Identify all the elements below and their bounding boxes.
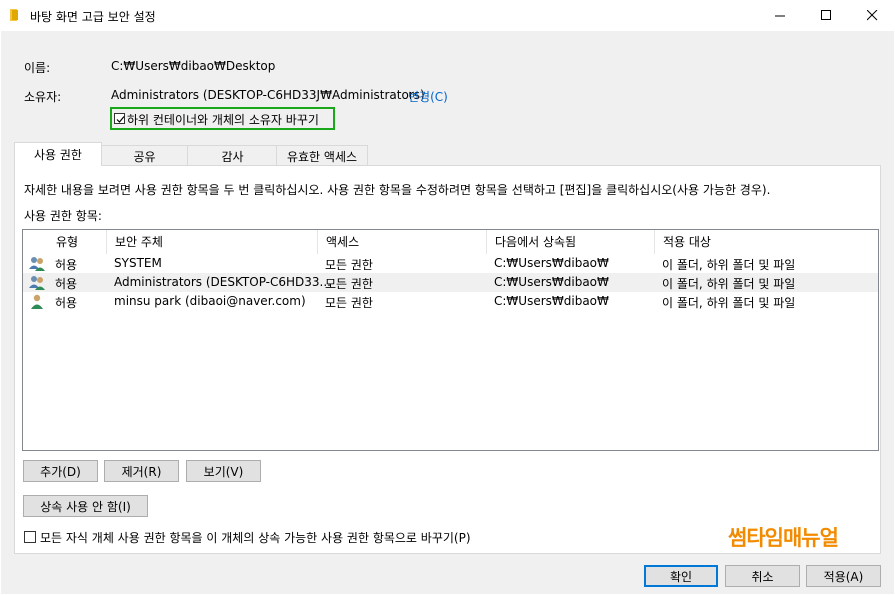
name-label: 이름: (24, 61, 51, 75)
close-icon (866, 10, 877, 21)
owner-value: Administrators (DESKTOP-C6HD33J₩Administ… (111, 88, 425, 102)
single-user-icon (31, 294, 43, 309)
tab-share[interactable]: 공유 (100, 145, 189, 166)
row-type: 허용 (55, 277, 78, 291)
checkmark-icon (116, 116, 125, 123)
column-header-access[interactable]: 액세스 (318, 230, 487, 254)
group-users-icon (29, 276, 45, 290)
row-inherited: C:₩Users₩dibao₩ (494, 275, 609, 289)
row-principal: Administrators (DESKTOP-C6HD33... (114, 275, 331, 289)
tab-label: 감사 (221, 149, 244, 164)
instructions-text: 자세한 내용을 보려면 사용 권한 항목을 두 번 클릭하십시오. 사용 권한 … (24, 183, 771, 197)
view-button[interactable]: 보기(V) (186, 460, 261, 482)
replace-child-permissions-label: 모든 자식 개체 사용 권한 항목을 이 개체의 상속 가능한 사용 권한 항목… (40, 531, 471, 545)
tab-label: 사용 권한 (34, 148, 82, 162)
watermark-text: 썸타임매뉴얼 (728, 526, 839, 550)
maximize-button[interactable] (803, 0, 849, 31)
minimize-icon (774, 15, 785, 17)
row-applies: 이 폴더, 하위 폴더 및 파일 (662, 277, 796, 291)
column-header-applies-to[interactable]: 적용 대상 (655, 230, 878, 254)
column-header-inherited-from[interactable]: 다음에서 상속됨 (487, 230, 655, 254)
owner-label: 소유자: (24, 90, 62, 104)
row-inherited: C:₩Users₩dibao₩ (494, 256, 609, 270)
tab-label: 유효한 액세스 (286, 149, 358, 164)
row-principal: minsu park (dibaoi@naver.com) (114, 294, 306, 308)
tab-permissions[interactable]: 사용 권한 (14, 142, 102, 166)
close-button[interactable] (849, 0, 895, 31)
row-principal: SYSTEM (114, 256, 162, 270)
minimize-button[interactable] (757, 0, 803, 31)
folder-icon (10, 9, 18, 21)
add-button[interactable]: 추가(D) (23, 460, 98, 482)
column-header-type[interactable]: 유형 (48, 230, 107, 254)
row-applies: 이 폴더, 하위 폴더 및 파일 (662, 296, 796, 310)
window-title: 바탕 화면 고급 보안 설정 (30, 10, 156, 24)
row-inherited: C:₩Users₩dibao₩ (494, 294, 609, 308)
cancel-button[interactable]: 취소 (725, 565, 800, 587)
row-applies: 이 폴더, 하위 폴더 및 파일 (662, 258, 796, 272)
disable-inheritance-button[interactable]: 상속 사용 안 함(I) (23, 495, 148, 517)
remove-button[interactable]: 제거(R) (104, 460, 179, 482)
permission-entries-list[interactable]: 유형 보안 주체 액세스 다음에서 상속됨 적용 대상 허용 SYSTEM 모든… (22, 229, 879, 451)
maximize-icon (820, 10, 831, 20)
row-access: 모든 권한 (325, 296, 373, 310)
row-type: 허용 (55, 296, 78, 310)
table-row[interactable]: 허용 Administrators (DESKTOP-C6HD33... 모든 … (23, 273, 878, 292)
table-row[interactable]: 허용 SYSTEM 모든 권한 C:₩Users₩dibao₩ 이 폴더, 하위… (23, 254, 878, 273)
table-row[interactable]: 허용 minsu park (dibaoi@naver.com) 모든 권한 C… (23, 292, 878, 311)
tab-audit[interactable]: 감사 (187, 145, 278, 166)
tab-effective-access[interactable]: 유효한 액세스 (276, 145, 368, 166)
row-access: 모든 권한 (325, 258, 373, 272)
apply-button[interactable]: 적용(A) (806, 565, 881, 587)
row-access: 모든 권한 (325, 277, 373, 291)
name-value: C:₩Users₩dibao₩Desktop (111, 59, 276, 73)
owner-change-link[interactable]: 변경(C) (408, 88, 448, 105)
row-type: 허용 (55, 258, 78, 272)
replace-owner-label: 하위 컨테이너와 개체의 소유자 바꾸기 (127, 113, 319, 127)
ok-button[interactable]: 확인 (644, 565, 718, 587)
title-bar: 바탕 화면 고급 보안 설정 (0, 0, 895, 31)
tab-label: 공유 (133, 149, 156, 164)
column-header-principal[interactable]: 보안 주체 (107, 230, 318, 254)
group-users-icon (29, 257, 45, 271)
entries-label: 사용 권한 항목: (24, 209, 102, 223)
replace-owner-checkbox[interactable] (114, 113, 125, 124)
replace-child-permissions-checkbox[interactable] (24, 531, 36, 543)
